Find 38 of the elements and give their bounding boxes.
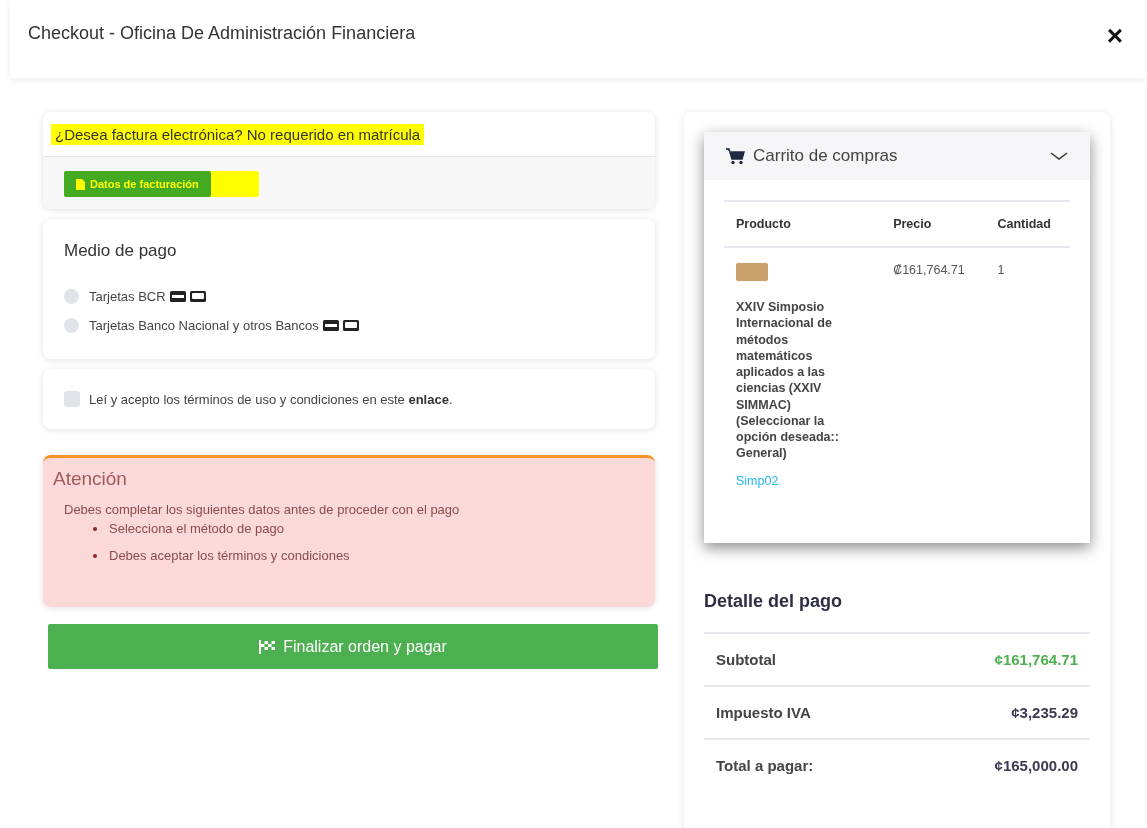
bullet-icon (93, 526, 97, 531)
payment-title: Medio de pago (64, 241, 178, 261)
summary-title: Detalle del pago (704, 591, 844, 612)
alert-message: Debes completar los siguientes datos antes de proceder con el pago (64, 502, 461, 517)
column-header: Precio (881, 201, 986, 247)
price-cell: ₡161,764.71 (881, 247, 986, 503)
quantity-cell: 1 (985, 247, 1070, 503)
summary-label: Impuesto IVA (716, 704, 811, 721)
terms-text: Leí y acepto los términos de uso y condiciones en este enlace. (89, 391, 453, 407)
summary-label: Subtotal (716, 651, 776, 668)
alert-item: Selecciona el método de pago (109, 521, 284, 536)
credit-card-icon (342, 320, 359, 331)
product-code: Simp02 (736, 473, 780, 488)
radio-button[interactable] (64, 289, 79, 304)
terms-checkbox[interactable] (64, 391, 80, 407)
document-icon (76, 178, 85, 190)
invoice-question: ¿Desea factura electrónica? No requerido en matrícula (51, 123, 425, 145)
summary-value: ¢165,000.00 (994, 757, 1078, 774)
bullet-icon (93, 553, 97, 558)
column-header: Cantidad (985, 201, 1070, 247)
checkered-flag-icon (259, 639, 277, 654)
product-name: XXIV Simposio Internacional de métodos matemáticos aplicados a las ciencias (XXIV SIMMAC) (Seleccionar la opción deseada:: General) (736, 299, 840, 462)
dialog-title: Checkout - Oficina De Administración Financiera (28, 23, 416, 44)
radio-button[interactable] (64, 318, 79, 333)
alert-item: Debes aceptar los términos y condiciones (109, 548, 350, 563)
summary-value: ¢161,764.71 (994, 651, 1078, 668)
terms-link[interactable]: enlace (408, 391, 449, 407)
cart-icon (726, 147, 745, 165)
payment-option-label: Tarjetas BCR (89, 289, 166, 304)
product-image (736, 263, 768, 281)
alert-title: Atención (53, 468, 128, 490)
summary-label: Total a pagar: (716, 757, 814, 774)
column-header: Producto (724, 201, 882, 247)
credit-card-icon (189, 291, 206, 302)
summary-value: ¢3,235.29 (1011, 704, 1078, 721)
close-button[interactable]: × (1100, 22, 1129, 50)
payment-option-label: Tarjetas Banco Nacional y otros Bancos (89, 318, 319, 333)
cart-header[interactable]: Carrito de compras (704, 132, 1090, 180)
